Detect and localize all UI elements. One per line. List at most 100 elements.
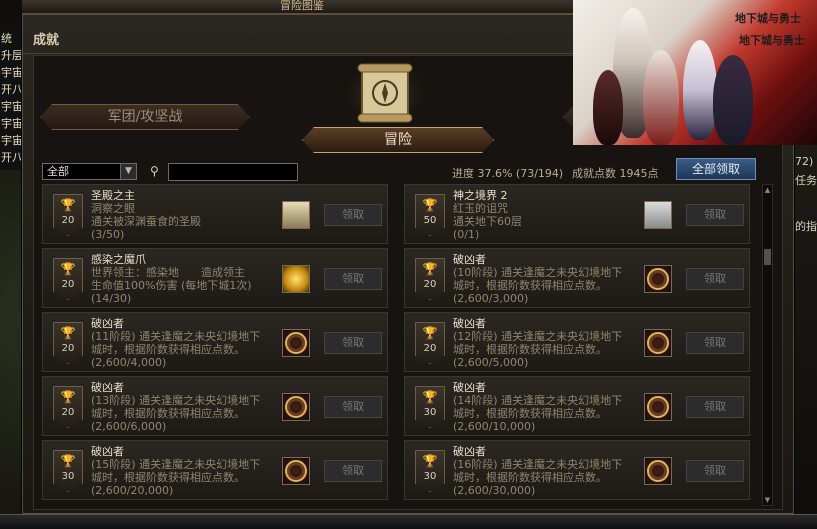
achievement-list: 🏆 20 圣殿之主 洞察之眼 通关被深渊蚕食的圣殿 (3/50) 领取 🏆 50 神之境界 2红… bbox=[42, 184, 760, 504]
points-value: 30 bbox=[423, 471, 437, 482]
bottom-taskbar bbox=[0, 514, 817, 529]
achievement-name: 破凶者 bbox=[453, 317, 486, 330]
hero-figure bbox=[683, 40, 717, 140]
claim-button[interactable]: 领取 bbox=[686, 204, 744, 226]
achievement-description: 世界领主：感染地 造成领主 生命值100%伤害 (每地下城1次) bbox=[91, 266, 252, 292]
achievement-progress: (14/30) bbox=[91, 292, 132, 305]
emblem-icon bbox=[644, 393, 672, 421]
achievement-card: 🏆 30 破凶者 (15阶段) 通关逢魔之未央幻境地下 城时，根据阶数获得相应点数。(… bbox=[42, 440, 388, 500]
achievement-text: 感染之魔爪 世界领主：感染地 造成领主 生命值100%伤害 (每地下城1次) (14… bbox=[91, 253, 276, 305]
achievement-name: 圣殿之主 bbox=[91, 189, 135, 202]
list-scrollbar[interactable]: ▲ ▼ bbox=[762, 184, 773, 506]
claim-button[interactable]: 领取 bbox=[324, 396, 382, 418]
achievement-text: 破凶者 (16阶段) 通关逢魔之未央幻境地下 城时，根据阶数获得相应点数。 (2,6… bbox=[453, 445, 638, 497]
achievement-card: 🏆 20 破凶者 (13阶段) 通关逢魔之未央幻境地下 城时，根据阶数获得相应点数。(… bbox=[42, 376, 388, 436]
emblem-icon bbox=[282, 393, 310, 421]
claim-all-button[interactable]: 全部领取 bbox=[676, 158, 756, 180]
scroll-down-icon[interactable]: ▼ bbox=[763, 495, 772, 505]
points-badge: 🏆 30 bbox=[415, 386, 445, 428]
trophy-icon: 🏆 bbox=[60, 390, 76, 404]
points-badge: 🏆 20 bbox=[415, 258, 445, 300]
points-value: 50 bbox=[423, 215, 437, 226]
star-icon bbox=[282, 265, 310, 293]
left-chat-strip: 统升层 宇宙 开八 宇宙 宇宙 宇宙 开八 bbox=[0, 30, 22, 170]
trophy-icon: 🏆 bbox=[422, 454, 438, 468]
emblem-icon bbox=[282, 329, 310, 357]
achievement-description: (11阶段) 通关逢魔之未央幻境地下 城时，根据阶数获得相应点数。 bbox=[91, 330, 261, 356]
achievement-card: 🏆 20 圣殿之主 洞察之眼 通关被深渊蚕食的圣殿 (3/50) 领取 bbox=[42, 184, 388, 244]
claim-button[interactable]: 领取 bbox=[686, 460, 744, 482]
claim-button[interactable]: 领取 bbox=[324, 268, 382, 290]
tab-legion-raid[interactable]: 军团/攻坚战 bbox=[40, 104, 250, 130]
trophy-icon: 🏆 bbox=[422, 198, 438, 212]
chat-line: 开八 bbox=[1, 151, 22, 164]
achievement-card: 🏆 50 神之境界 2 红玉的诅咒 通关地下60层 (0/1) 领取 bbox=[404, 184, 750, 244]
chest-icon bbox=[282, 201, 310, 229]
achievement-progress: (2,600/4,000) bbox=[91, 356, 167, 369]
category-dropdown[interactable]: 全部 ▼ bbox=[42, 163, 137, 180]
claim-button[interactable]: 领取 bbox=[324, 204, 382, 226]
points-badge: 🏆 20 bbox=[415, 322, 445, 364]
chat-line: 任务 bbox=[795, 174, 817, 187]
chat-line: 72) bbox=[795, 155, 814, 168]
achievement-text: 神之境界 2 红玉的诅咒 通关地下60层 (0/1) bbox=[453, 189, 638, 241]
search-icon: ⚲ bbox=[150, 164, 159, 178]
claim-button[interactable]: 领取 bbox=[324, 332, 382, 354]
emblem-icon bbox=[282, 457, 310, 485]
achievement-name: 破凶者 bbox=[91, 445, 124, 458]
hero-banner-image: 地下城与勇士 地下城与勇士 bbox=[573, 0, 817, 145]
achievement-progress: (0/1) bbox=[453, 228, 480, 241]
achievement-description: (14阶段) 通关逢魔之未央幻境地下 城时，根据阶数获得相应点数。 bbox=[453, 394, 623, 420]
achievement-name: 破凶者 bbox=[91, 317, 124, 330]
chat-line: 宇宙 bbox=[1, 66, 22, 79]
points-badge: 🏆 20 bbox=[53, 258, 83, 300]
tab-adventure[interactable]: 冒险 bbox=[302, 127, 494, 153]
achievement-text: 破凶者 (10阶段) 通关逢魔之未央幻境地下 城时，根据阶数获得相应点数。 (2,6… bbox=[453, 253, 638, 305]
achievement-text: 破凶者 (13阶段) 通关逢魔之未央幻境地下 城时，根据阶数获得相应点数。 (2,6… bbox=[91, 381, 276, 433]
achievement-description: 洞察之眼 通关被深渊蚕食的圣殿 bbox=[91, 202, 201, 228]
points-value: 20 bbox=[61, 343, 75, 354]
claim-button[interactable]: 领取 bbox=[324, 460, 382, 482]
emblem-icon bbox=[644, 457, 672, 485]
scroll-compass-icon bbox=[341, 58, 429, 130]
achievement-text: 破凶者 (14阶段) 通关逢魔之未央幻境地下 城时，根据阶数获得相应点数。 (2,6… bbox=[453, 381, 638, 433]
chat-line: 开八 bbox=[1, 83, 22, 96]
chevron-down-icon[interactable]: ▼ bbox=[120, 164, 136, 179]
achievement-text: 破凶者 (15阶段) 通关逢魔之未央幻境地下 城时，根据阶数获得相应点数。 (2,6… bbox=[91, 445, 276, 497]
achievement-text: 破凶者 (12阶段) 通关逢魔之未央幻境地下 城时，根据阶数获得相应点数。 (2,6… bbox=[453, 317, 638, 369]
hero-figure bbox=[593, 70, 623, 145]
achievement-progress: (2,600/20,000) bbox=[91, 484, 174, 497]
achievement-name: 神之境界 2 bbox=[453, 189, 508, 202]
scroll-up-icon[interactable]: ▲ bbox=[763, 185, 772, 195]
claim-button[interactable]: 领取 bbox=[686, 332, 744, 354]
trophy-icon: 🏆 bbox=[422, 326, 438, 340]
achievement-text: 破凶者 (11阶段) 通关逢魔之未央幻境地下 城时，根据阶数获得相应点数。 (2,6… bbox=[91, 317, 276, 369]
claim-button[interactable]: 领取 bbox=[686, 396, 744, 418]
category-value: 全部 bbox=[47, 165, 69, 178]
hero-figure bbox=[713, 55, 753, 145]
achievement-card: 🏆 30 破凶者 (14阶段) 通关逢魔之未央幻境地下 城时，根据阶数获得相应点数。(… bbox=[404, 376, 750, 436]
emblem-icon bbox=[644, 265, 672, 293]
window-titlebar[interactable]: 冒险图鉴 bbox=[22, 0, 582, 14]
achievement-description: (13阶段) 通关逢魔之未央幻境地下 城时，根据阶数获得相应点数。 bbox=[91, 394, 261, 420]
achievement-progress: (2,600/6,000) bbox=[91, 420, 167, 433]
points-value: 30 bbox=[61, 471, 75, 482]
points-value: 20 bbox=[423, 343, 437, 354]
chat-line: 宇宙 bbox=[1, 117, 22, 130]
chat-line: 升层 bbox=[1, 49, 22, 62]
points-value: 30 bbox=[423, 407, 437, 418]
achievement-description: (16阶段) 通关逢魔之未央幻境地下 城时，根据阶数获得相应点数。 bbox=[453, 458, 623, 484]
achievement-name: 感染之魔爪 bbox=[91, 253, 146, 266]
achievement-text: 圣殿之主 洞察之眼 通关被深渊蚕食的圣殿 (3/50) bbox=[91, 189, 276, 241]
search-input[interactable] bbox=[168, 163, 298, 181]
chat-line: 的指 bbox=[795, 220, 817, 233]
hero-logo: 地下城与勇士 bbox=[739, 34, 805, 47]
achievement-name: 破凶者 bbox=[91, 381, 124, 394]
scroll-thumb[interactable] bbox=[764, 249, 771, 265]
window-title: 冒险图鉴 bbox=[280, 0, 324, 12]
points-value: 20 bbox=[61, 279, 75, 290]
hero-figure bbox=[643, 50, 679, 145]
points-badge: 🏆 20 bbox=[53, 386, 83, 428]
claim-button[interactable]: 领取 bbox=[686, 268, 744, 290]
achievement-progress: (2,600/3,000) bbox=[453, 292, 529, 305]
